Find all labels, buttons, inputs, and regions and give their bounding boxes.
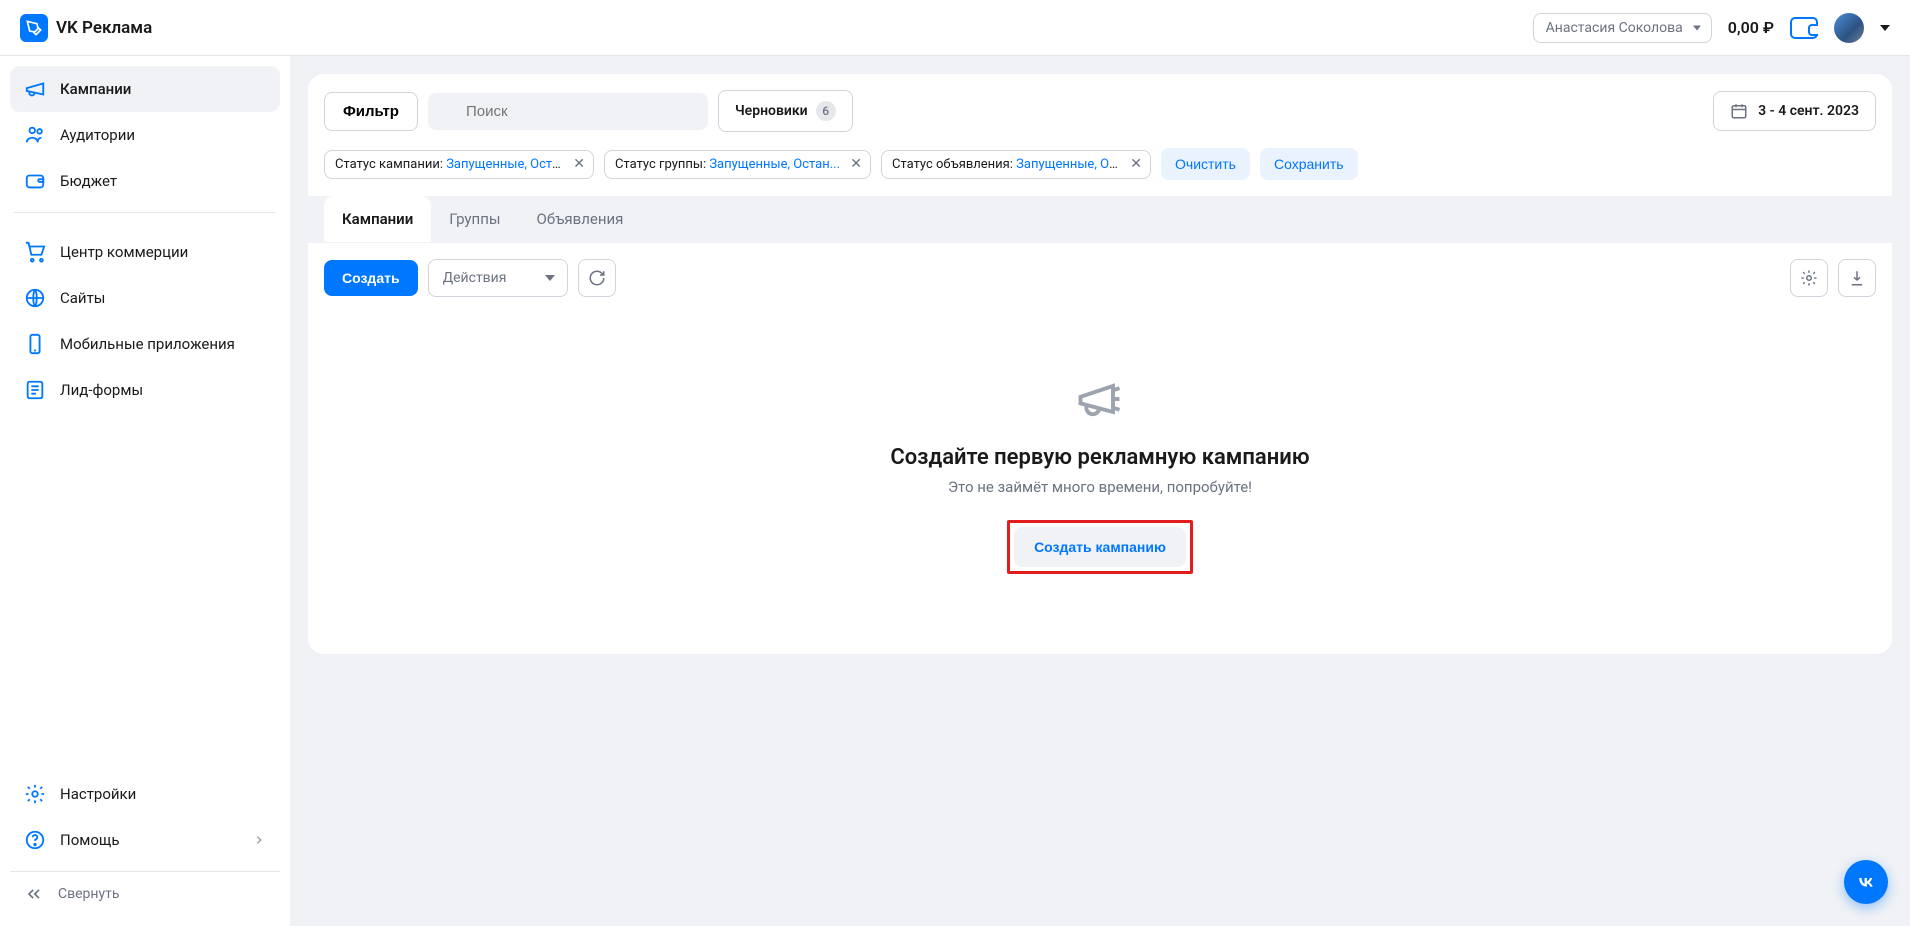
chip-label: Статус группы:	[615, 157, 706, 172]
avatar[interactable]	[1834, 13, 1864, 43]
nav-label: Аудитории	[60, 126, 135, 144]
refresh-button[interactable]	[578, 259, 616, 297]
sidebar: Кампании Аудитории Бюджет Центр коммерци…	[0, 56, 290, 926]
vk-fab[interactable]	[1844, 860, 1888, 904]
tab-campaigns[interactable]: Кампании	[324, 196, 431, 242]
chip-label: Статус объявления:	[892, 157, 1013, 172]
calendar-icon	[1730, 102, 1748, 120]
date-range-button[interactable]: 3 - 4 сент. 2023	[1713, 91, 1876, 131]
tab-ads[interactable]: Объявления	[519, 196, 642, 242]
chip-label: Статус кампании:	[335, 157, 443, 172]
sidebar-item-audiences[interactable]: Аудитории	[10, 112, 280, 158]
sidebar-collapse[interactable]: Свернуть	[10, 871, 280, 916]
drafts-button[interactable]: Черновики 6	[718, 90, 853, 132]
brand-text: VK Реклама	[56, 18, 152, 38]
filter-chip-ad-status[interactable]: Статус объявления: Запущенные, Остан... …	[881, 150, 1151, 179]
form-icon	[24, 379, 46, 401]
empty-state: Создайте первую рекламную кампанию Это н…	[308, 313, 1892, 654]
logo-icon	[20, 14, 48, 42]
actions-row: Создать Действия	[308, 243, 1892, 313]
filter-button[interactable]: Фильтр	[324, 92, 418, 131]
main-content: Фильтр Черновики 6 3 - 4 сент. 2023	[290, 56, 1910, 926]
megaphone-icon	[24, 78, 46, 100]
empty-title: Создайте первую рекламную кампанию	[890, 445, 1309, 470]
actions-select-label: Действия	[443, 270, 507, 286]
sidebar-item-settings[interactable]: Настройки	[10, 771, 280, 817]
drafts-label: Черновики	[735, 103, 808, 119]
toolbar: Фильтр Черновики 6 3 - 4 сент. 2023	[308, 74, 1892, 148]
globe-icon	[24, 287, 46, 309]
content-panel: Фильтр Черновики 6 3 - 4 сент. 2023	[308, 74, 1892, 654]
tabs: Кампании Группы Объявления	[308, 196, 1892, 243]
sidebar-item-budget[interactable]: Бюджет	[10, 158, 280, 204]
chip-value: Запущенные, Остан...	[706, 157, 840, 172]
filter-chip-group-status[interactable]: Статус группы: Запущенные, Остан... ✕	[604, 150, 871, 179]
sidebar-item-lead-forms[interactable]: Лид-формы	[10, 367, 280, 413]
sidebar-item-mobile-apps[interactable]: Мобильные приложения	[10, 321, 280, 367]
nav-label: Лид-формы	[60, 381, 143, 399]
help-icon	[24, 829, 46, 851]
user-account-select[interactable]: Анастасия Соколова	[1533, 13, 1712, 43]
chevron-right-icon	[252, 833, 266, 847]
mobile-icon	[24, 333, 46, 355]
brand-logo[interactable]: VK Реклама	[20, 14, 152, 42]
chevron-down-icon[interactable]	[1880, 25, 1890, 31]
empty-subtitle: Это не займёт много времени, попробуйте!	[948, 478, 1252, 496]
nav-label: Мобильные приложения	[60, 335, 235, 353]
megaphone-empty-icon	[1074, 373, 1126, 425]
wallet-icon[interactable]	[1790, 17, 1818, 39]
nav-label: Бюджет	[60, 172, 117, 190]
create-button[interactable]: Создать	[324, 260, 418, 296]
users-icon	[24, 124, 46, 146]
sidebar-item-commerce[interactable]: Центр коммерции	[10, 229, 280, 275]
cart-icon	[24, 241, 46, 263]
save-filters-button[interactable]: Сохранить	[1260, 148, 1358, 180]
wallet-nav-icon	[24, 170, 46, 192]
balance-amount: 0,00 ₽	[1728, 18, 1774, 37]
nav-label: Центр коммерции	[60, 243, 188, 261]
nav-label: Настройки	[60, 785, 136, 803]
search-wrap	[428, 93, 708, 130]
tab-groups[interactable]: Группы	[431, 196, 518, 242]
close-icon[interactable]: ✕	[573, 157, 585, 171]
chip-value: Запущенные, Остан...	[443, 157, 577, 172]
nav-divider	[14, 212, 276, 213]
nav-label: Сайты	[60, 289, 105, 307]
collapse-label: Свернуть	[58, 886, 119, 902]
collapse-icon	[24, 884, 44, 904]
gear-icon	[24, 783, 46, 805]
chip-value: Запущенные, Остан...	[1013, 157, 1147, 172]
clear-filters-button[interactable]: Очистить	[1161, 148, 1250, 180]
actions-select[interactable]: Действия	[428, 259, 568, 297]
drafts-count: 6	[816, 101, 836, 121]
sidebar-item-campaigns[interactable]: Кампании	[10, 66, 280, 112]
app-header: VK Реклама Анастасия Соколова 0,00 ₽	[0, 0, 1910, 56]
close-icon[interactable]: ✕	[850, 157, 862, 171]
search-input[interactable]	[428, 93, 708, 130]
create-campaign-button[interactable]: Создать кампанию	[1014, 527, 1186, 567]
close-icon[interactable]: ✕	[1130, 157, 1142, 171]
date-range-text: 3 - 4 сент. 2023	[1758, 103, 1859, 119]
settings-columns-button[interactable]	[1790, 259, 1828, 297]
filter-chip-campaign-status[interactable]: Статус кампании: Запущенные, Остан... ✕	[324, 150, 594, 179]
sidebar-item-help[interactable]: Помощь	[10, 817, 280, 863]
highlight-annotation: Создать кампанию	[1007, 520, 1193, 574]
user-name: Анастасия Соколова	[1546, 20, 1683, 36]
sidebar-item-sites[interactable]: Сайты	[10, 275, 280, 321]
nav-label: Помощь	[60, 831, 120, 849]
filter-chips-row: Статус кампании: Запущенные, Остан... ✕ …	[308, 148, 1892, 196]
download-button[interactable]	[1838, 259, 1876, 297]
nav-label: Кампании	[60, 80, 131, 98]
